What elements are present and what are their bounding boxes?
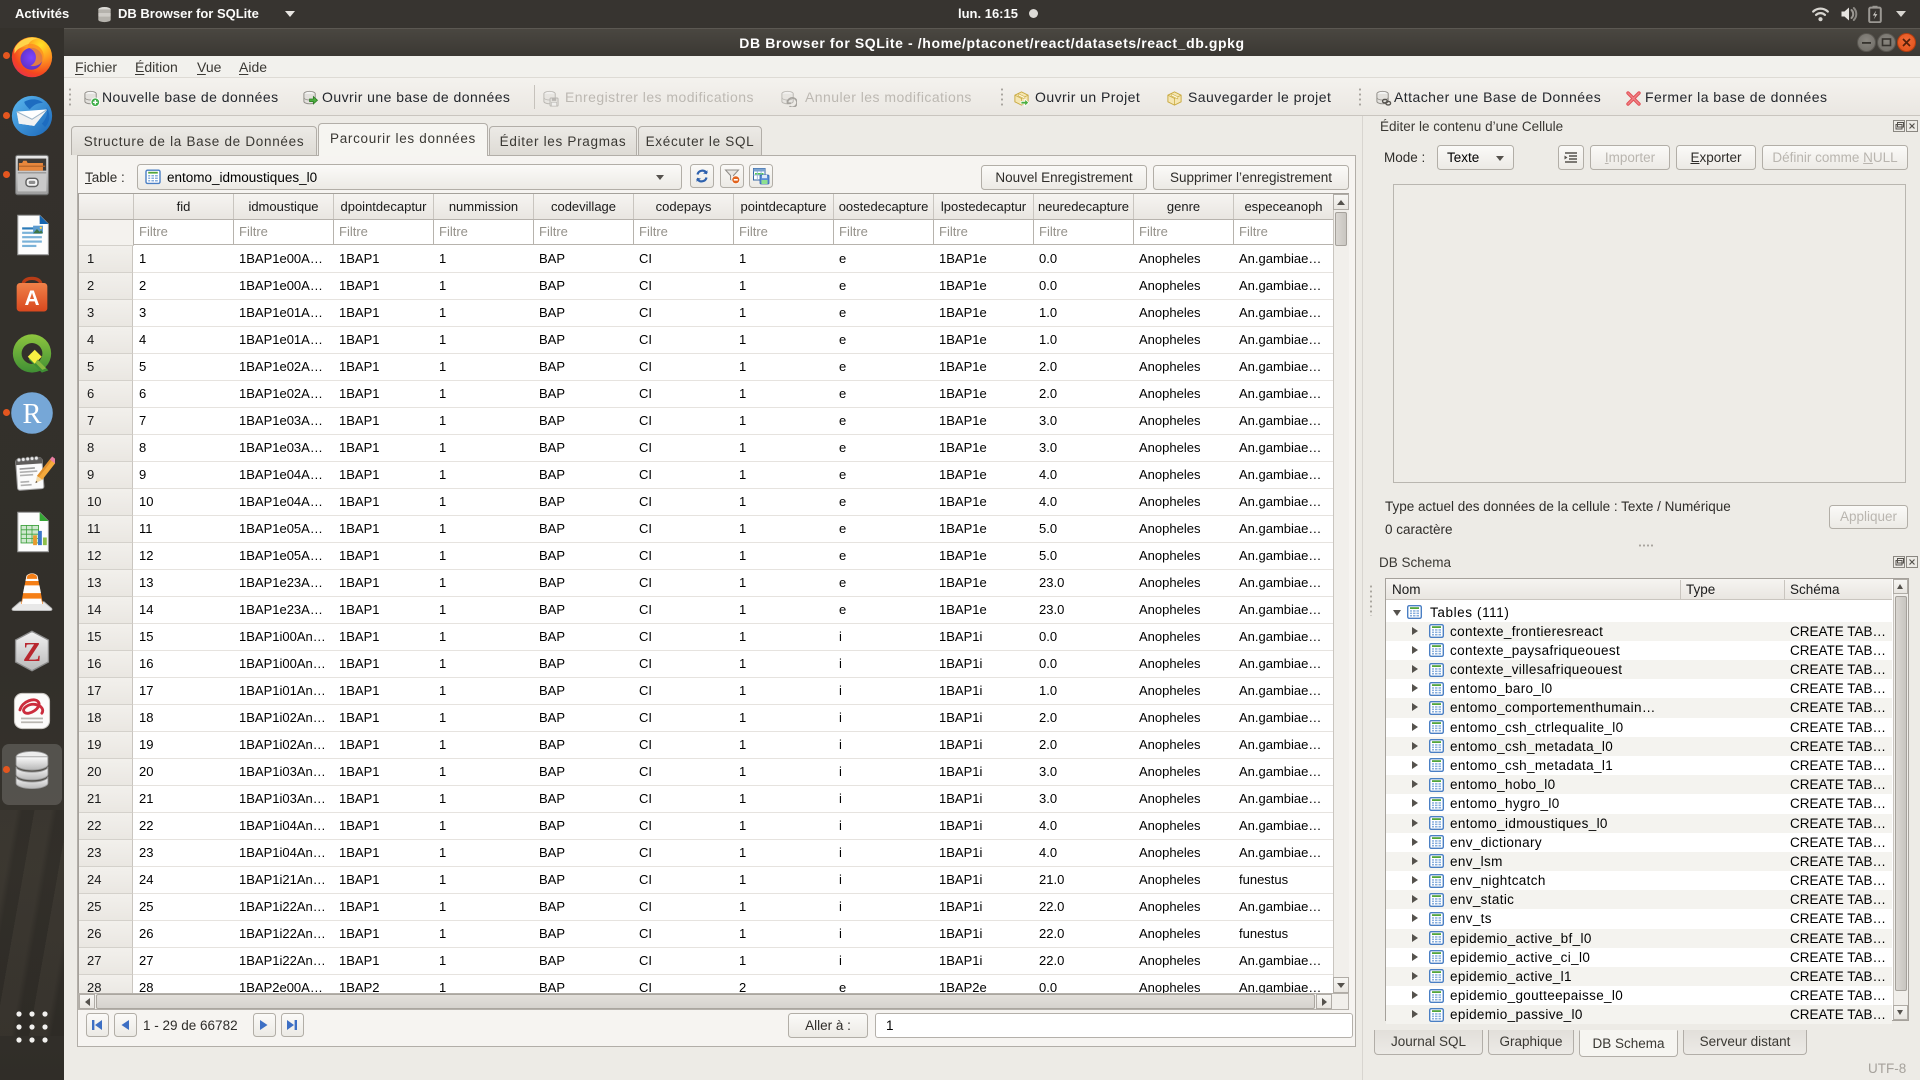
svg-text:A: A: [24, 287, 39, 310]
svg-text:Z: Z: [23, 637, 41, 667]
svg-text:R: R: [23, 399, 42, 430]
